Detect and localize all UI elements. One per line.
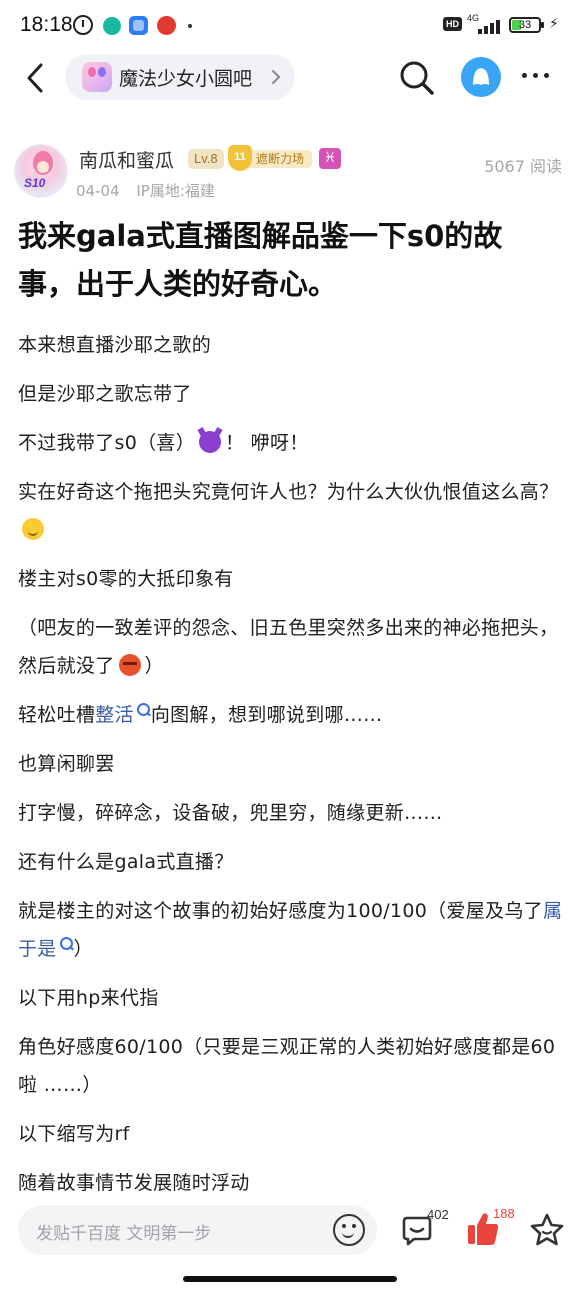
chevron-right-icon — [272, 70, 280, 84]
paragraph: 本来想直播沙耶之歌的 — [18, 334, 212, 356]
paragraph: 实在好奇这个拖把头究竟何许人也？为什么大伙仇恨值这么高？ — [18, 473, 566, 549]
paragraph: 轻松吐槽整活 向图解，想到哪说到哪…… — [18, 696, 566, 734]
title-badge-icon: 11 — [228, 145, 252, 171]
paragraph: 以下缩写为rf — [18, 1123, 130, 1145]
hd-icon: HD — [443, 17, 462, 31]
alarm-icon — [73, 15, 93, 35]
charging-icon: ⚡ — [549, 16, 559, 32]
paragraph: 就是楼主的对这个故事的初始好感度为100/100（爱屋及乌了属于是） — [18, 892, 566, 968]
app-notification-icon — [129, 16, 148, 35]
paragraph-text: 轻松吐槽 — [18, 704, 96, 726]
paragraph-text: （吧友的一致差评的怨念、旧五色里突然多出来的神必拖把头，然后就没了 — [18, 617, 559, 677]
paragraph: 不过我带了s0（喜） ！ 咿呀！ — [18, 424, 566, 462]
search-icon — [136, 703, 151, 718]
more-icon — [522, 73, 527, 78]
post-body: 本来想直播沙耶之歌的 但是沙耶之歌忘带了 不过我带了s0（喜） ！ 咿呀！ 实在好… — [18, 326, 566, 1194]
zodiac-icon: ♓ — [319, 148, 341, 169]
reply-input[interactable]: 发贴千百度 文明第一步 — [18, 1205, 377, 1255]
star-icon — [530, 1213, 564, 1246]
keyword-link[interactable]: 整活 — [95, 703, 151, 726]
paragraph: 也算闲聊罢 — [18, 753, 115, 775]
keyword-link-text: 整活 — [95, 704, 134, 726]
search-button[interactable] — [398, 59, 436, 97]
paragraph: 但是沙耶之歌忘带了 — [18, 383, 192, 405]
bottom-action-bar: 发贴千百度 文明第一步 402 188 — [0, 1194, 580, 1293]
read-count: 5067 阅读 — [484, 157, 562, 176]
forum-name: 魔法少女小圆吧 — [119, 68, 253, 90]
search-icon — [59, 937, 74, 952]
user-avatar-button[interactable] — [461, 57, 501, 97]
paragraph-text: ） — [144, 655, 164, 677]
paragraph-text: 向图解，想到哪说到哪…… — [150, 704, 383, 726]
more-button[interactable] — [520, 72, 550, 82]
home-indicator[interactable] — [183, 1276, 397, 1282]
post-title: 我来gala式直播图解品鉴一下s0的故事，出于人类的好奇心。 — [18, 219, 503, 301]
paragraph-text: ） — [73, 938, 93, 960]
battery-icon: 33 — [509, 17, 544, 33]
paragraph: 角色好感度60/100（只要是三观正常的人类初始好感度都是60啦 ……） — [18, 1036, 556, 1096]
back-arrow-icon — [27, 63, 43, 93]
reply-placeholder: 发贴千百度 文明第一步 — [36, 1224, 212, 1244]
author-name[interactable]: 南瓜和蜜瓜 — [79, 146, 174, 173]
s10-badge: S10 — [24, 176, 46, 190]
status-bar: 18:18 HD 4G 33 ⚡ — [0, 0, 580, 52]
emoji-button[interactable] — [333, 1214, 365, 1246]
post-date: 04-04 — [76, 182, 120, 200]
like-count: 188 — [493, 1206, 515, 1221]
top-nav: 魔法少女小圆吧 — [0, 52, 580, 104]
devil-emoji-icon — [199, 431, 221, 453]
battery-level: 33 — [518, 19, 532, 31]
post-meta: 04-04 IP属地:福建 — [76, 180, 215, 201]
smile-emoji-icon — [22, 518, 44, 540]
more-notifications-dot — [188, 24, 192, 28]
signal-icon — [470, 18, 502, 34]
favorite-button[interactable] — [529, 1212, 565, 1248]
comment-count: 402 — [427, 1207, 449, 1222]
paragraph: 随着故事情节发展随时浮动 — [18, 1172, 250, 1194]
angry-emoji-icon — [118, 654, 141, 676]
search-icon — [400, 61, 434, 95]
paragraph: （吧友的一致差评的怨念、旧五色里突然多出来的神必拖把头，然后就没了） — [18, 609, 566, 685]
ip-location: IP属地:福建 — [136, 182, 215, 200]
forum-avatar — [82, 62, 112, 92]
forum-link[interactable]: 魔法少女小圆吧 — [65, 54, 295, 100]
back-button[interactable] — [22, 62, 50, 94]
paragraph-text: 不过我带了s0（喜） — [18, 432, 195, 454]
status-time: 18:18 — [20, 13, 73, 36]
paragraph: 楼主对s0零的大抵印象有 — [18, 568, 234, 590]
level-badge: Lv.8 — [188, 149, 224, 169]
post-author: S10 南瓜和蜜瓜 Lv.8 遮断力场 11 ♓ 04-04 IP属地:福建 5… — [0, 140, 580, 204]
app-notification-icon — [157, 16, 176, 35]
paragraph-text: 就是楼主的对这个故事的初始好感度为100/100（爱屋及乌了 — [18, 900, 543, 922]
user-icon — [473, 68, 489, 85]
paragraph: 打字慢，碎碎念，设备破，兜里穷，随缘更新…… — [18, 802, 443, 824]
app-notification-icon — [103, 17, 121, 35]
paragraph: 还有什么是gala式直播？ — [18, 851, 234, 873]
paragraph-text: 实在好奇这个拖把头究竟何许人也？为什么大伙仇恨值这么高？ — [18, 481, 559, 503]
paragraph: 以下用hp来代指 — [18, 987, 159, 1009]
title-badge-label: 遮断力场 — [246, 150, 313, 168]
paragraph-text: ！ 咿呀！ — [225, 432, 309, 454]
